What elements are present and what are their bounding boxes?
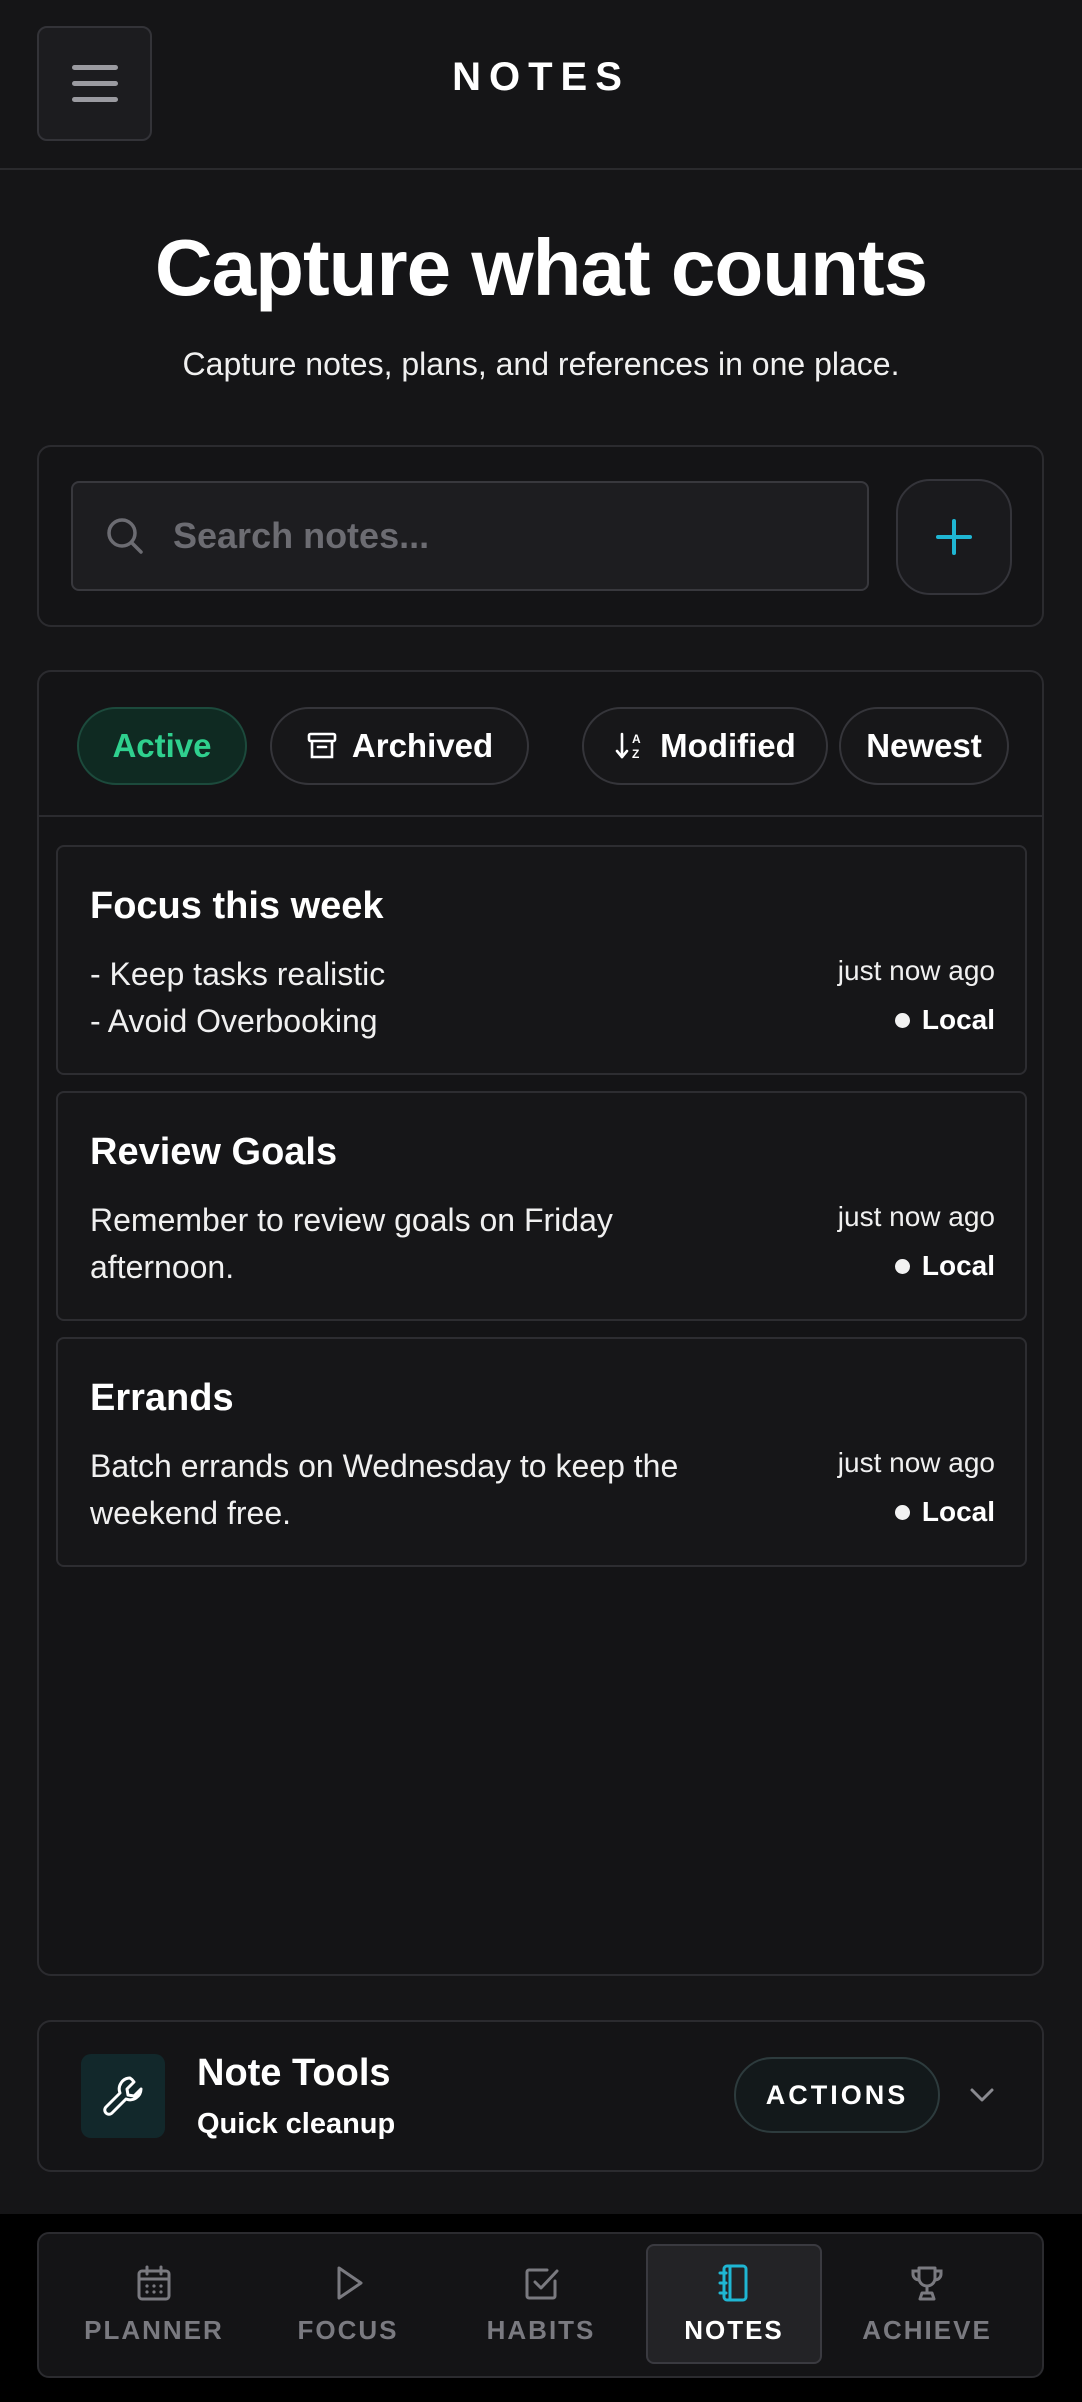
note-status: Local: [894, 1496, 995, 1528]
bottom-nav: PLANNER FOCUS HABITS NOTES ACHIEVE: [37, 2232, 1044, 2378]
nav-item-focus[interactable]: FOCUS: [260, 2244, 436, 2364]
note-card[interactable]: Review Goals Remember to review goals on…: [56, 1091, 1027, 1321]
filter-archived-tab[interactable]: Archived: [270, 707, 529, 785]
sort-az-icon: A Z: [615, 732, 641, 761]
calendar-icon: [137, 2265, 171, 2300]
note-card[interactable]: Errands Batch errands on Wednesday to ke…: [56, 1337, 1027, 1567]
note-title: Review Goals: [90, 1131, 338, 1173]
header-title: NOTES: [452, 55, 630, 99]
search-icon: [107, 518, 143, 554]
svg-text:A: A: [632, 732, 641, 746]
status-dot-icon: [894, 1012, 910, 1028]
app-header: NOTES: [0, 0, 1082, 170]
play-icon: [337, 2266, 363, 2299]
note-body: Batch errands on Wednesday to keep the w…: [90, 1448, 679, 1531]
plus-icon: [936, 519, 972, 555]
note-body: Remember to review goals on Friday after…: [90, 1202, 613, 1285]
sort-order-button[interactable]: Newest: [839, 707, 1009, 785]
status-dot-icon: [894, 1258, 910, 1274]
note-title: Errands: [90, 1377, 234, 1419]
bottom-nav-container: PLANNER FOCUS HABITS NOTES ACHIEVE: [0, 2214, 1082, 2402]
trophy-icon: [911, 2266, 943, 2300]
note-status: Local: [894, 1004, 995, 1036]
page-subtitle: Capture notes, plans, and references in …: [182, 346, 900, 382]
search-input[interactable]: [173, 515, 773, 557]
nav-item-planner[interactable]: PLANNER: [66, 2244, 242, 2364]
chevron-down-icon[interactable]: [967, 2080, 997, 2110]
search-box[interactable]: [71, 481, 869, 591]
filter-bar: Active Archived A Z Modified Newest: [39, 672, 1042, 817]
note-tools-card[interactable]: Note Tools Quick cleanup ACTIONS: [37, 2020, 1044, 2172]
note-card[interactable]: Focus this week - Keep tasks realistic -…: [56, 845, 1027, 1075]
search-card: [37, 445, 1044, 627]
tools-title: Note Tools: [197, 2052, 391, 2094]
archive-icon: [307, 732, 337, 759]
svg-text:Z: Z: [632, 747, 639, 761]
checkbox-icon: [525, 2268, 559, 2299]
nav-item-habits[interactable]: HABITS: [453, 2244, 629, 2364]
notes-list-card: Active Archived A Z Modified Newest Focu…: [37, 670, 1044, 1976]
notebook-icon: [718, 2264, 748, 2301]
nav-item-notes[interactable]: NOTES: [646, 2244, 822, 2364]
page-title: Capture what counts: [154, 223, 928, 312]
status-dot-icon: [894, 1504, 910, 1520]
actions-button[interactable]: ACTIONS: [734, 2057, 940, 2133]
note-body: - Keep tasks realistic - Avoid Overbooki…: [90, 956, 386, 1039]
sort-field-button[interactable]: A Z Modified: [582, 707, 828, 785]
nav-item-achieve[interactable]: ACHIEVE: [839, 2244, 1015, 2364]
note-timestamp: just now ago: [837, 955, 995, 986]
tools-subtitle: Quick cleanup: [197, 2108, 396, 2140]
filter-active-tab[interactable]: Active: [77, 707, 247, 785]
add-note-button[interactable]: [896, 479, 1012, 595]
note-timestamp: just now ago: [837, 1201, 995, 1232]
note-title: Focus this week: [90, 885, 384, 927]
note-status: Local: [894, 1250, 995, 1282]
wrench-icon: [81, 2054, 165, 2138]
note-timestamp: just now ago: [837, 1447, 995, 1478]
